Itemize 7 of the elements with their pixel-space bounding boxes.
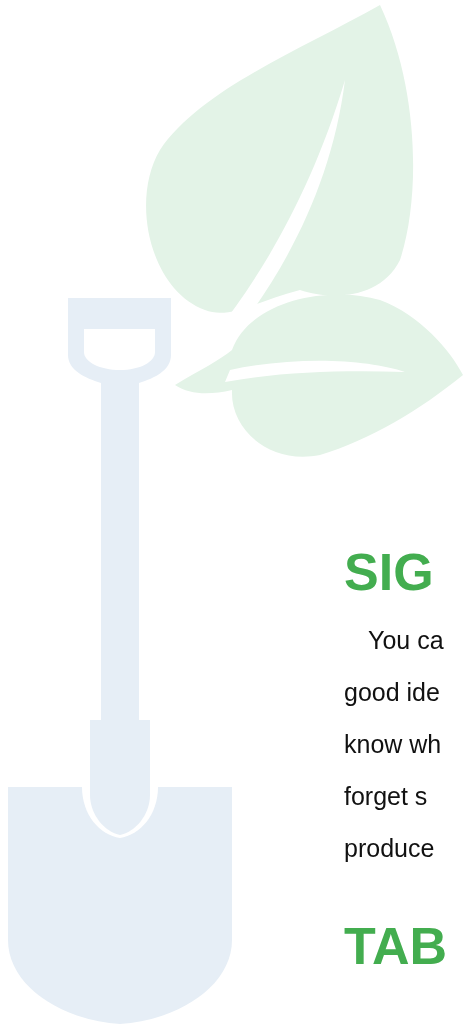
section-heading: SIG (344, 542, 435, 603)
paragraph-line: produce (344, 833, 436, 864)
paragraph-line: good ide (344, 677, 441, 708)
paragraph-line: You ca (367, 625, 445, 656)
paragraph-line: forget s (344, 781, 429, 812)
section-heading: TAB (344, 916, 448, 977)
paragraph-line: know wh (344, 729, 443, 760)
